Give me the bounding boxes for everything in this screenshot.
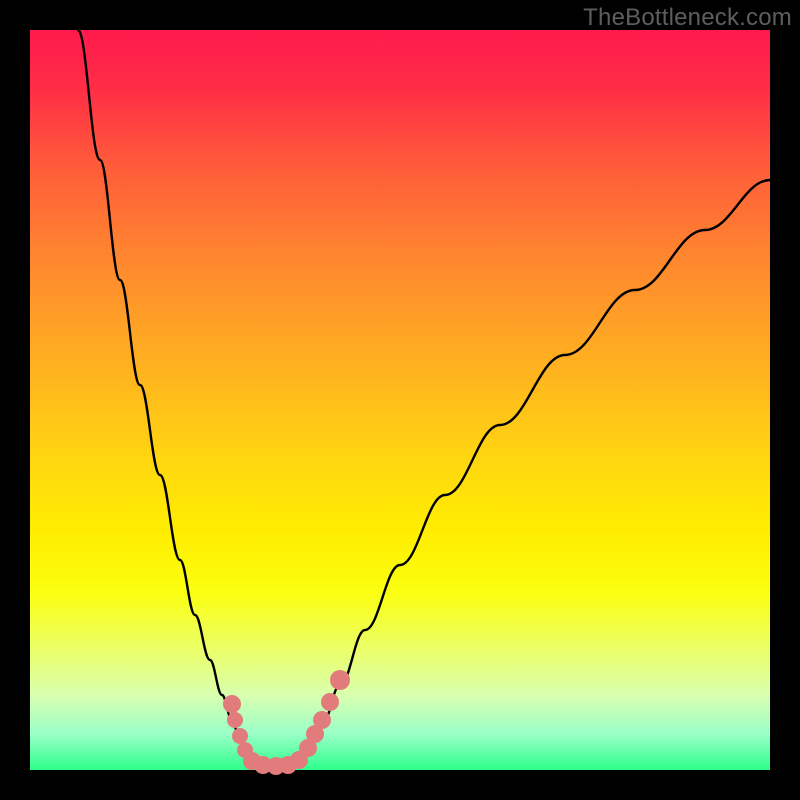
plot-area (30, 30, 770, 770)
marker-dot (223, 695, 241, 713)
curve-right-branch (300, 180, 770, 766)
curves-group (78, 30, 770, 766)
chart-svg (30, 30, 770, 770)
marker-dot (227, 712, 243, 728)
watermark-text: TheBottleneck.com (583, 4, 792, 32)
marker-dot (330, 670, 350, 690)
markers-group (223, 670, 350, 775)
marker-dot (321, 693, 339, 711)
curve-left-branch (78, 30, 256, 766)
marker-dot (232, 728, 248, 744)
chart-container: TheBottleneck.com (0, 0, 800, 800)
marker-dot (313, 711, 331, 729)
